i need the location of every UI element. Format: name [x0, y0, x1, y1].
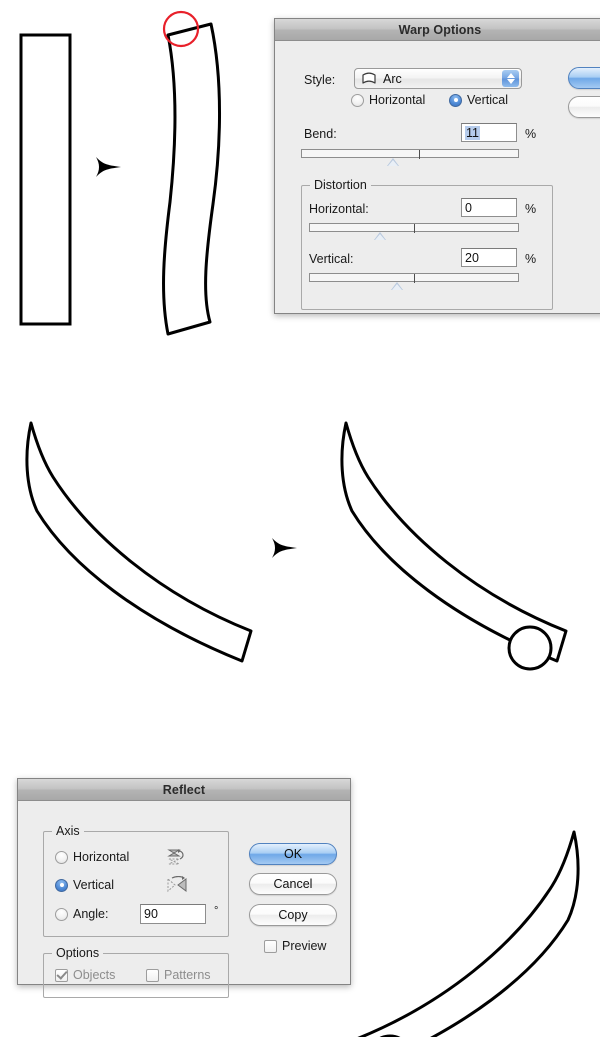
reflect-horizontal-icon	[166, 848, 186, 866]
chevron-updown-icon	[502, 70, 519, 87]
bend-slider-center-tick	[419, 150, 420, 159]
style-popup-button[interactable]: Arc	[354, 68, 522, 89]
reflect-dialog-titlebar[interactable]: Reflect	[18, 779, 350, 801]
bend-label: Bend:	[304, 127, 337, 141]
reflect-cancel-button[interactable]: Cancel	[249, 873, 337, 895]
distortion-legend: Distortion	[310, 178, 371, 192]
preview-checkbox[interactable]: Preview	[264, 939, 326, 953]
radio-indicator	[55, 850, 68, 864]
axis-vertical-radio[interactable]: Vertical	[55, 878, 114, 892]
reflect-ok-button[interactable]: OK	[249, 843, 337, 865]
distortion-vertical-slider-thumb[interactable]	[391, 282, 403, 290]
orientation-horizontal-radio[interactable]: Horizontal	[351, 93, 425, 107]
bend-slider[interactable]	[301, 149, 519, 159]
warp-dialog-title: Warp Options	[398, 22, 482, 37]
bend-unit: %	[525, 127, 537, 141]
axis-horizontal-radio[interactable]: Horizontal	[55, 850, 129, 864]
bend-input[interactable]: 11	[461, 123, 517, 142]
bend-value: 11	[465, 125, 480, 140]
step3-reflected-blade	[330, 812, 600, 1037]
distortion-vertical-slider[interactable]	[309, 273, 519, 283]
distortion-horizontal-label: Horizontal:	[309, 202, 369, 216]
distortion-horizontal-value: 0	[465, 200, 472, 215]
distortion-horizontal-unit: %	[525, 202, 537, 216]
axis-legend: Axis	[52, 824, 84, 838]
bend-slider-thumb[interactable]	[387, 158, 399, 166]
checkbox-indicator	[146, 968, 159, 982]
reflect-ok-label: OK	[283, 847, 303, 861]
objects-label: Objects	[73, 968, 116, 982]
arc-warp-icon	[361, 72, 377, 86]
distortion-vertical-input[interactable]: 20	[461, 248, 517, 267]
step1-red-circle-annotation	[160, 8, 202, 50]
options-legend: Options	[52, 946, 104, 960]
warp-dialog-body: Style: Arc Horizontal Vertical Bend: 11 …	[275, 41, 600, 313]
axis-angle-radio[interactable]: Angle:	[55, 907, 108, 921]
reflect-dialog-title: Reflect	[162, 782, 206, 797]
patterns-checkbox[interactable]: Patterns	[146, 968, 211, 982]
distortion-horizontal-center-tick	[414, 224, 415, 233]
distortion-horizontal-slider[interactable]	[309, 223, 519, 233]
step2-source-blade	[10, 415, 275, 685]
axis-horizontal-label: Horizontal	[73, 850, 130, 864]
distortion-vertical-center-tick	[414, 274, 415, 283]
distortion-horizontal-input[interactable]: 0	[461, 198, 517, 217]
warp-dialog-titlebar[interactable]: Warp Options	[275, 19, 600, 41]
checkbox-indicator	[264, 939, 277, 953]
orientation-vertical-label: Vertical	[467, 93, 508, 107]
angle-unit: °	[214, 905, 219, 917]
step1-warped-rectangle	[140, 14, 250, 339]
distortion-horizontal-slider-thumb[interactable]	[374, 232, 386, 240]
reflect-vertical-icon	[166, 876, 188, 894]
distortion-vertical-unit: %	[525, 252, 537, 266]
orientation-vertical-radio[interactable]: Vertical	[449, 93, 508, 107]
radio-indicator	[55, 907, 68, 921]
warp-cancel-button[interactable]	[568, 96, 600, 118]
radio-indicator	[351, 93, 364, 107]
reflect-dialog-body: Axis Horizontal Vertical Angle: 90 ° Opt…	[18, 801, 350, 998]
step1-arrow-icon	[92, 152, 126, 182]
style-label: Style:	[304, 73, 336, 87]
distortion-vertical-value: 20	[465, 250, 479, 265]
radio-indicator	[55, 878, 68, 892]
reflect-copy-button[interactable]: Copy	[249, 904, 337, 926]
patterns-label: Patterns	[164, 968, 211, 982]
axis-angle-label: Angle:	[73, 907, 109, 921]
reflect-dialog[interactable]: Reflect Axis Horizontal Vertical Angle: …	[17, 778, 351, 998]
step2-arrow-icon	[268, 533, 302, 563]
objects-checkbox[interactable]: Objects	[55, 968, 115, 982]
preview-label: Preview	[282, 939, 327, 953]
warp-ok-button[interactable]	[568, 67, 600, 89]
angle-input[interactable]: 90	[140, 904, 206, 924]
orientation-horizontal-label: Horizontal	[369, 93, 426, 107]
distortion-vertical-label: Vertical:	[309, 252, 354, 266]
reflect-cancel-label: Cancel	[273, 877, 313, 891]
radio-indicator	[449, 93, 462, 107]
reflect-copy-label: Copy	[278, 908, 308, 922]
angle-value: 90	[144, 907, 158, 921]
step1-source-rectangle	[14, 28, 80, 332]
axis-vertical-label: Vertical	[73, 878, 114, 892]
step2-result-blade	[325, 415, 590, 690]
style-popup-value: Arc	[383, 71, 402, 86]
warp-options-dialog[interactable]: Warp Options Style: Arc Horizontal Verti…	[274, 18, 600, 314]
checkbox-indicator	[55, 968, 68, 982]
